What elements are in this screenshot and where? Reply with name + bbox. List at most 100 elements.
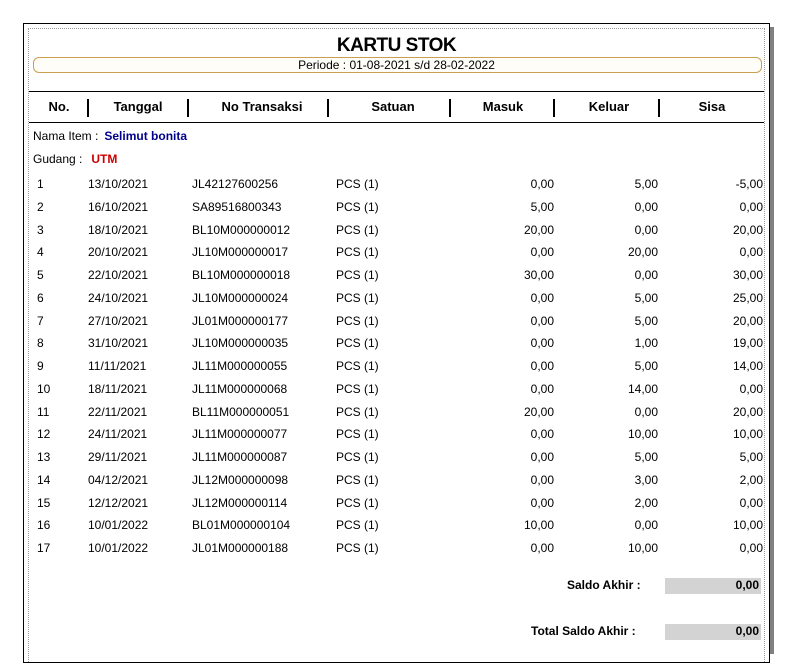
cell-no-transaksi: BL10M000000018: [192, 268, 291, 282]
table-row: 10 18/11/2021 JL11M000000068 PCS (1) 0,00 14,…: [29, 382, 769, 402]
report-body: KARTU STOK Periode : 01-08-2021 s/d 28-0…: [28, 28, 765, 662]
cell-no-transaksi: JL11M000000068: [192, 381, 288, 396]
cell-sisa: 0,00: [739, 495, 763, 510]
table-row: 14 04/12/2021 JL12M000000098 PCS (1) 0,00 3,0…: [29, 473, 769, 493]
cell-no: 9: [37, 359, 44, 373]
cell-no: 7: [37, 313, 44, 328]
col-separator: [449, 99, 451, 117]
cell-no: 13: [37, 450, 51, 464]
cell-sisa: 0,00: [739, 199, 763, 214]
cell-satuan: PCS (1): [336, 313, 379, 328]
cell-no: 1: [37, 177, 44, 191]
col-separator: [553, 99, 555, 117]
cell-tanggal: 18/10/2021: [88, 222, 149, 237]
table-row: 9 11/11/2021 JL11M000000055 PCS (1) 0,00 5,00…: [29, 359, 769, 379]
cell-sisa: 30,00: [732, 268, 763, 282]
cell-masuk: 0,00: [530, 336, 554, 351]
cell-tanggal: 27/10/2021: [88, 313, 149, 328]
cell-tanggal: 11/11/2021: [88, 359, 147, 373]
col-separator: [187, 99, 189, 117]
total-saldo-akhir-value: 0,00: [665, 624, 761, 640]
report-title: KARTU STOK: [336, 35, 457, 56]
cell-keluar: 5,00: [634, 359, 658, 373]
cell-tanggal: 04/12/2021: [88, 472, 149, 487]
item-name: Selimut bonita: [104, 129, 188, 143]
cell-no: 15: [37, 495, 51, 510]
table-row: 2 16/10/2021 SA89516800343 PCS (1) 5,00 0,00 0…: [29, 200, 769, 220]
cell-tanggal: 10/01/2022: [88, 518, 149, 533]
cell-masuk: 10,00: [523, 518, 554, 533]
table-row: 3 18/10/2021 BL10M000000012 PCS (1) 20,00 0,0…: [29, 223, 769, 243]
cell-no-transaksi: SA89516800343: [192, 199, 282, 214]
cell-tanggal: 20/10/2021: [88, 245, 149, 260]
saldo-akhir-label: Saldo Akhir :: [567, 578, 641, 592]
col-header-no: No.: [48, 99, 70, 114]
table-row: 17 10/01/2022 JL01M000000188 PCS (1) 0,00 10,…: [29, 541, 769, 561]
col-header-keluar: Keluar: [588, 99, 630, 114]
cell-masuk: 30,00: [523, 268, 554, 282]
cell-masuk: 0,00: [530, 313, 554, 328]
cell-no: 6: [37, 290, 44, 305]
cell-no: 2: [37, 199, 44, 214]
page-shadow: [770, 27, 774, 654]
cell-sisa: 25,00: [732, 290, 763, 305]
cell-sisa: 0,00: [739, 381, 763, 396]
cell-masuk: 5,00: [530, 199, 554, 214]
cell-keluar: 10,00: [627, 541, 658, 555]
col-separator: [658, 99, 660, 117]
cell-keluar: 0,00: [634, 268, 658, 282]
table-row: 4 20/10/2021 JL10M000000017 PCS (1) 0,00 20,0…: [29, 245, 769, 265]
cell-satuan: PCS (1): [336, 541, 379, 555]
cell-masuk: 0,00: [530, 359, 554, 373]
table-row: 12 24/11/2021 JL11M000000077 PCS (1) 0,00 10,…: [29, 427, 769, 447]
header-top-rule: [29, 91, 764, 92]
cell-no: 16: [37, 518, 51, 533]
cell-no-transaksi: JL12M000000114: [192, 495, 288, 510]
cell-sisa: 5,00: [739, 450, 763, 464]
report-page: KARTU STOK Periode : 01-08-2021 s/d 28-0…: [23, 23, 770, 663]
cell-no: 10: [37, 381, 51, 396]
cell-masuk: 0,00: [530, 290, 554, 305]
cell-sisa: 10,00: [732, 518, 763, 533]
cell-no: 11: [37, 404, 50, 419]
cell-no-transaksi: JL01M000000177: [192, 313, 289, 328]
gudang-info: Gudang : UTM: [33, 152, 117, 166]
table-row: 5 22/10/2021 BL10M000000018 PCS (1) 30,00 0,0…: [29, 268, 769, 288]
cell-no-transaksi: JL10M000000035: [192, 336, 289, 351]
cell-tanggal: 22/10/2021: [88, 268, 149, 282]
cell-no-transaksi: JL42127600256: [192, 177, 279, 191]
cell-sisa: 0,00: [739, 245, 763, 260]
cell-sisa: 20,00: [732, 404, 763, 419]
cell-satuan: PCS (1): [336, 450, 379, 464]
cell-keluar: 1,00: [634, 336, 658, 351]
cell-no-transaksi: JL10M000000017: [192, 245, 289, 260]
gudang-name: UTM: [91, 152, 118, 166]
cell-keluar: 0,00: [634, 518, 658, 533]
cell-masuk: 0,00: [530, 381, 554, 396]
col-separator: [327, 99, 329, 117]
cell-no-transaksi: BL11M000000051: [192, 404, 290, 419]
cell-satuan: PCS (1): [336, 404, 379, 419]
cell-satuan: PCS (1): [336, 199, 379, 214]
header-bottom-rule: [29, 122, 764, 123]
cell-masuk: 0,00: [530, 495, 554, 510]
cell-satuan: PCS (1): [336, 381, 379, 396]
cell-keluar: 0,00: [634, 404, 658, 419]
table-row: 13 29/11/2021 JL11M000000087 PCS (1) 0,00 5,0…: [29, 450, 769, 470]
cell-tanggal: 12/12/2021: [88, 495, 149, 510]
table-row: 15 12/12/2021 JL12M000000114 PCS (1) 0,00 2,0…: [29, 496, 769, 516]
col-header-satuan: Satuan: [371, 99, 415, 114]
cell-tanggal: 29/11/2021: [88, 450, 148, 464]
item-info: Nama Item : Selimut bonita: [33, 129, 187, 143]
cell-keluar: 0,00: [634, 222, 658, 237]
cell-tanggal: 22/11/2021: [88, 404, 148, 419]
cell-no-transaksi: JL10M000000024: [192, 290, 289, 305]
col-separator: [87, 99, 89, 117]
cell-no: 8: [37, 336, 44, 351]
cell-no-transaksi: JL12M000000098: [192, 472, 289, 487]
cell-sisa: 10,00: [732, 427, 763, 442]
cell-tanggal: 24/11/2021: [88, 427, 148, 442]
cell-no-transaksi: BL01M000000104: [192, 518, 291, 533]
col-header-sisa: Sisa: [698, 99, 726, 114]
cell-keluar: 3,00: [634, 472, 658, 487]
